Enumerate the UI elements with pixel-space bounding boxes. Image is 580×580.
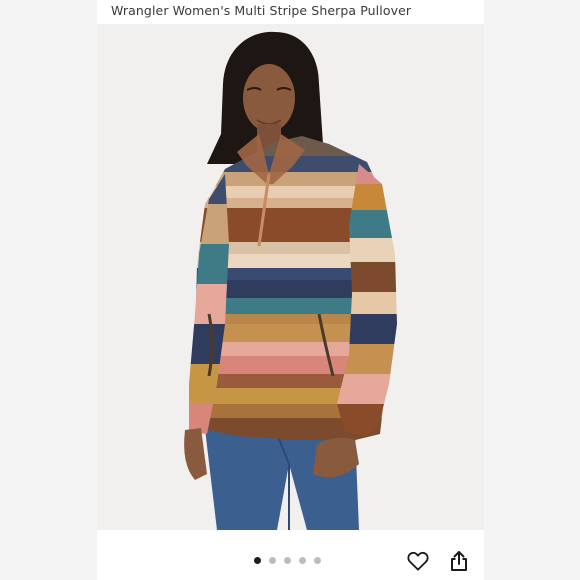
carousel-dot-5[interactable] [314,556,321,564]
carousel-dot-2[interactable] [269,556,276,564]
carousel-dot-1[interactable] [254,556,261,564]
heart-outline-icon [407,551,429,571]
bottom-action-bar [97,530,484,580]
product-photo-illustration [97,24,484,530]
product-photo[interactable] [97,24,484,530]
carousel-dot-4[interactable] [299,556,306,564]
like-button[interactable] [405,548,431,574]
carousel-pagination [254,555,321,565]
carousel-dot-3[interactable] [284,556,291,564]
listing-card: Wrangler Women's Multi Stripe Sherpa Pul… [97,0,484,580]
share-upload-icon [451,551,467,571]
share-button[interactable] [446,548,472,574]
listing-title: Wrangler Women's Multi Stripe Sherpa Pul… [111,3,412,18]
